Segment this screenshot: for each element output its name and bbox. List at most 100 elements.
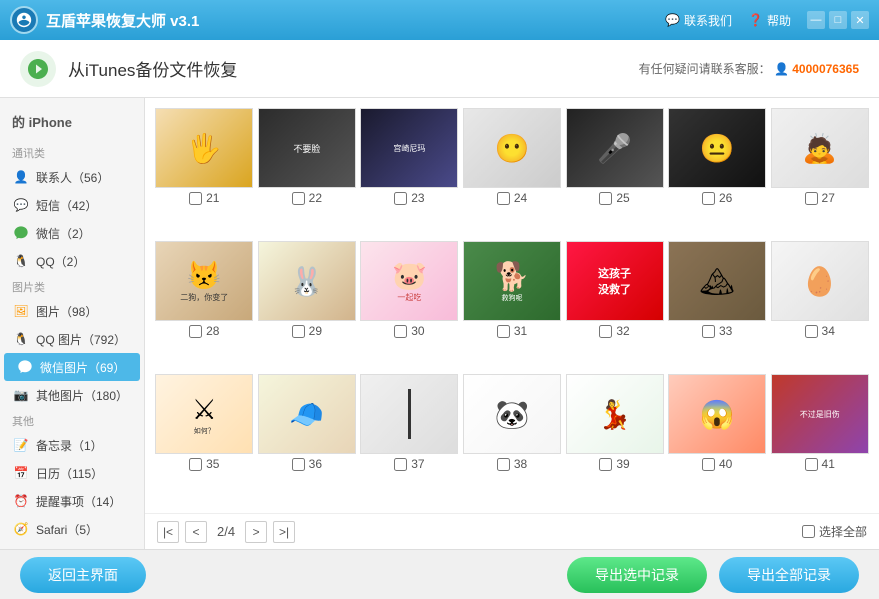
contact-btn[interactable]: 💬 联系我们 — [665, 12, 732, 29]
sidebar-item-qq-photos[interactable]: 🐧 QQ 图片（792） — [0, 325, 144, 353]
first-page-button[interactable]: |< — [157, 521, 179, 543]
close-button[interactable]: ✕ — [851, 11, 869, 29]
image-thumb-41: 不过是旧伤 — [771, 374, 869, 454]
image-thumb-30: 🐷 一起吃 — [360, 241, 458, 321]
minimize-button[interactable]: — — [807, 11, 825, 29]
image-label-24: 24 — [497, 191, 527, 205]
image-cell-30: 🐷 一起吃 30 — [360, 241, 459, 370]
sidebar-item-notes-attach[interactable]: 📎 备忘录附件 — [0, 543, 144, 549]
image-checkbox-41[interactable] — [805, 458, 818, 471]
sidebar-item-contacts[interactable]: 👤 联系人（56） — [0, 163, 144, 191]
image-thumb-39: 💃 — [566, 374, 664, 454]
image-cell-24: 😶 24 — [463, 108, 562, 237]
image-checkbox-35[interactable] — [189, 458, 202, 471]
photos-icon: 🖼 — [12, 302, 30, 320]
image-checkbox-27[interactable] — [805, 192, 818, 205]
titlebar: 互盾苹果恢复大师 v3.1 💬 联系我们 ❓ 帮助 — □ ✕ — [0, 0, 879, 40]
sidebar-item-wechat-photos[interactable]: 微信图片（69） — [4, 353, 140, 381]
sidebar-item-photos[interactable]: 🖼 图片（98） — [0, 297, 144, 325]
image-checkbox-26[interactable] — [702, 192, 715, 205]
image-checkbox-38[interactable] — [497, 458, 510, 471]
chat-icon: 💬 — [665, 13, 680, 27]
image-checkbox-22[interactable] — [292, 192, 305, 205]
safari-icon: 🧭 — [12, 520, 30, 538]
wechat-icon — [12, 224, 30, 242]
image-checkbox-32[interactable] — [599, 325, 612, 338]
last-page-button[interactable]: >| — [273, 521, 295, 543]
maximize-button[interactable]: □ — [829, 11, 847, 29]
itunes-icon — [20, 51, 56, 87]
image-checkbox-23[interactable] — [394, 192, 407, 205]
help-btn[interactable]: ❓ 帮助 — [748, 12, 791, 29]
export-all-button[interactable]: 导出全部记录 — [719, 557, 859, 593]
sidebar: 的 iPhone 通讯类 👤 联系人（56） 💬 短信（42） 微信（2） 🐧 … — [0, 98, 145, 549]
image-thumb-25: 🎤 — [566, 108, 664, 188]
page-info: 2/4 — [217, 524, 235, 539]
image-label-21: 21 — [189, 191, 219, 205]
return-button[interactable]: 返回主界面 — [20, 557, 146, 593]
image-checkbox-37[interactable] — [394, 458, 407, 471]
image-cell-27: 🙇 27 — [770, 108, 869, 237]
image-cell-22: 不要脸 22 — [258, 108, 357, 237]
select-all-control[interactable]: 选择全部 — [802, 523, 867, 540]
section-title-communication: 通讯类 — [0, 141, 144, 163]
image-checkbox-33[interactable] — [702, 325, 715, 338]
image-checkbox-34[interactable] — [805, 325, 818, 338]
export-selected-button[interactable]: 导出选中记录 — [567, 557, 707, 593]
phone-number[interactable]: 4000076365 — [792, 62, 859, 76]
image-cell-36: 🧢 36 — [258, 374, 357, 503]
sidebar-item-calendar[interactable]: 📅 日历（115） — [0, 459, 144, 487]
image-checkbox-39[interactable] — [599, 458, 612, 471]
image-label-27: 27 — [805, 191, 835, 205]
image-checkbox-28[interactable] — [189, 325, 202, 338]
image-cell-32: 这孩子没救了 32 — [565, 241, 664, 370]
image-checkbox-36[interactable] — [292, 458, 305, 471]
sidebar-item-reminders[interactable]: ⏰ 提醒事项（14） — [0, 487, 144, 515]
image-checkbox-30[interactable] — [394, 325, 407, 338]
image-cell-31: 🐕 救狗呢 31 — [463, 241, 562, 370]
sidebar-item-safari[interactable]: 🧭 Safari（5） — [0, 515, 144, 543]
contacts-icon: 👤 — [12, 168, 30, 186]
image-cell-41: 不过是旧伤 41 — [770, 374, 869, 503]
image-checkbox-31[interactable] — [497, 325, 510, 338]
image-label-28: 28 — [189, 324, 219, 338]
image-label-22: 22 — [292, 191, 322, 205]
image-thumb-24: 😶 — [463, 108, 561, 188]
image-checkbox-29[interactable] — [292, 325, 305, 338]
image-label-38: 38 — [497, 457, 527, 471]
image-thumb-26: 😐 — [668, 108, 766, 188]
image-cell-25: 🎤 25 — [565, 108, 664, 237]
content-area: 🖐 21 不要脸 22 宫崎尼玛 — [145, 98, 879, 549]
export-buttons: 导出选中记录 导出全部记录 — [567, 557, 859, 593]
app-logo — [10, 6, 38, 34]
image-thumb-40: 😱 — [668, 374, 766, 454]
image-cell-29: 🐰 29 — [258, 241, 357, 370]
image-checkbox-21[interactable] — [189, 192, 202, 205]
window-controls: — □ ✕ — [807, 11, 869, 29]
image-cell-26: 😐 26 — [668, 108, 767, 237]
image-checkbox-40[interactable] — [702, 458, 715, 471]
image-label-32: 32 — [599, 324, 629, 338]
select-all-checkbox[interactable] — [802, 525, 815, 538]
next-page-button[interactable]: > — [245, 521, 267, 543]
image-cell-39: 💃 39 — [565, 374, 664, 503]
sidebar-item-wechat[interactable]: 微信（2） — [0, 219, 144, 247]
image-thumb-22: 不要脸 — [258, 108, 356, 188]
image-label-39: 39 — [599, 457, 629, 471]
image-label-41: 41 — [805, 457, 835, 471]
sidebar-item-notes[interactable]: 📝 备忘录（1） — [0, 431, 144, 459]
app-title: 互盾苹果恢复大师 v3.1 — [46, 10, 199, 31]
sms-icon: 💬 — [12, 196, 30, 214]
image-thumb-38: 🐼 — [463, 374, 561, 454]
sidebar-item-other-photos[interactable]: 📷 其他图片（180） — [0, 381, 144, 409]
image-checkbox-24[interactable] — [497, 192, 510, 205]
prev-page-button[interactable]: < — [185, 521, 207, 543]
sidebar-item-sms[interactable]: 💬 短信（42） — [0, 191, 144, 219]
image-thumb-35: ⚔ 如何？ — [155, 374, 253, 454]
sidebar-item-qq[interactable]: 🐧 QQ（2） — [0, 247, 144, 275]
main-layout: 的 iPhone 通讯类 👤 联系人（56） 💬 短信（42） 微信（2） 🐧 … — [0, 98, 879, 549]
select-all-label: 选择全部 — [819, 523, 867, 540]
image-thumb-27: 🙇 — [771, 108, 869, 188]
image-label-37: 37 — [394, 457, 424, 471]
image-checkbox-25[interactable] — [599, 192, 612, 205]
